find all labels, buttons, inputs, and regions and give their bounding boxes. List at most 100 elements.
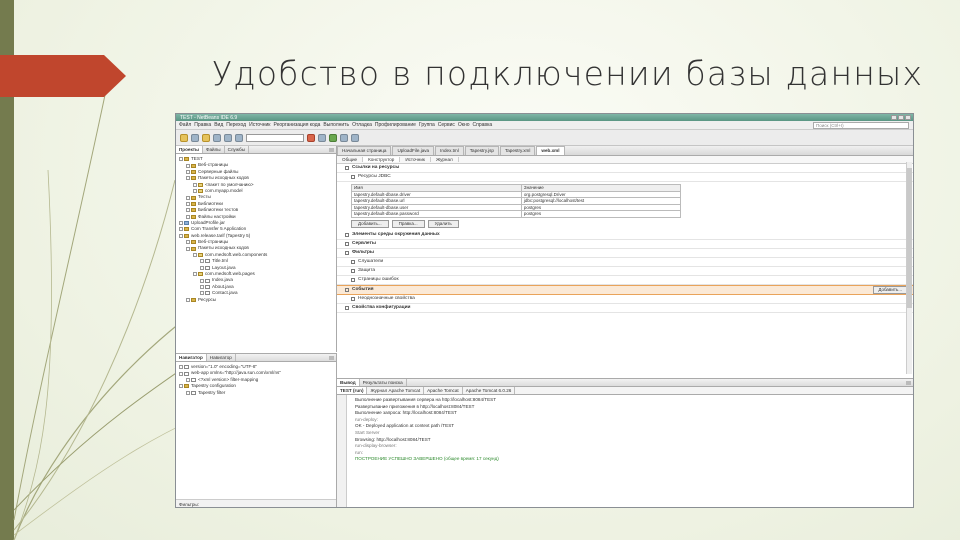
search-input[interactable]: Поиск (Ctrl+I) <box>813 121 909 129</box>
undo-icon[interactable] <box>224 133 232 142</box>
expand-icon[interactable] <box>351 277 355 282</box>
menu-item[interactable]: Профилирование <box>375 122 416 128</box>
open-project-icon[interactable] <box>202 133 210 142</box>
section-security[interactable]: Защита <box>337 267 913 276</box>
expander-icon[interactable] <box>186 208 190 213</box>
menu-item[interactable]: Выполнить <box>323 122 349 128</box>
menu-item[interactable]: Справка <box>473 122 493 128</box>
panel-close-icon[interactable] <box>329 147 334 152</box>
expand-icon[interactable] <box>345 232 349 237</box>
view-tab[interactable]: Источник <box>400 157 431 162</box>
expander-icon[interactable] <box>200 259 204 264</box>
expand-icon[interactable] <box>351 268 355 273</box>
output-subtab[interactable]: Apache Tomcat <box>424 387 463 394</box>
section-listeners[interactable]: Слушатели <box>337 258 913 267</box>
tab-output[interactable]: Вывод <box>337 379 360 386</box>
editor-scrollbar[interactable] <box>906 162 912 374</box>
expander-icon[interactable] <box>186 195 190 200</box>
run-icon[interactable] <box>329 133 337 142</box>
menu-item[interactable]: Окно <box>458 122 470 128</box>
expander-icon[interactable] <box>193 272 197 277</box>
clean-build-icon[interactable] <box>318 133 326 142</box>
expander-icon[interactable] <box>186 201 190 206</box>
collapse-icon[interactable] <box>345 287 349 292</box>
expander-icon[interactable] <box>186 240 190 245</box>
expander-icon[interactable] <box>186 246 190 251</box>
expander-icon[interactable] <box>200 291 204 296</box>
expander-icon[interactable] <box>179 365 183 370</box>
menu-item[interactable]: Группа <box>419 122 435 128</box>
section-error-pages[interactable]: Страницы ошибок <box>337 276 913 285</box>
editor-tab-active[interactable]: web.xml <box>536 146 565 155</box>
new-project-icon[interactable] <box>180 133 188 142</box>
tab-search-results[interactable]: Результаты поиска <box>360 379 407 386</box>
delete-button[interactable]: Удалить <box>427 219 459 228</box>
add-event-button[interactable]: Добавить... <box>873 285 907 294</box>
expander-icon[interactable] <box>179 233 183 238</box>
expander-icon[interactable] <box>179 384 183 389</box>
tab-navigator[interactable]: Навигатор <box>176 354 207 361</box>
expand-icon[interactable] <box>345 241 349 246</box>
expander-icon[interactable] <box>193 253 197 258</box>
scroll-thumb[interactable] <box>907 168 912 308</box>
profile-icon[interactable] <box>351 133 359 142</box>
section-refs[interactable]: Ссылки на ресурсы <box>337 164 913 173</box>
editor-tab[interactable]: Index.tml <box>435 146 464 155</box>
tab-services[interactable]: Службы <box>225 146 249 153</box>
expander-icon[interactable] <box>179 371 183 376</box>
edit-button[interactable]: Правка... <box>391 219 425 228</box>
new-file-icon[interactable] <box>191 133 199 142</box>
editor-tab[interactable]: Tapestry.jsp <box>464 146 499 155</box>
section-filters[interactable]: Фильтры <box>337 249 913 258</box>
section-config[interactable]: Свойства конфигурации <box>337 304 913 313</box>
expander-icon[interactable] <box>186 176 190 181</box>
expander-icon[interactable] <box>179 221 183 226</box>
expander-icon[interactable] <box>186 169 190 174</box>
expander-icon[interactable] <box>186 390 190 395</box>
menu-item[interactable]: Правка <box>194 122 211 128</box>
tab-files[interactable]: Файлы <box>203 146 225 153</box>
add-button[interactable]: Добавить... <box>351 219 389 228</box>
expand-icon[interactable] <box>345 250 349 255</box>
view-tab[interactable]: Журнал <box>431 157 459 162</box>
expander-icon[interactable] <box>186 214 190 219</box>
expander-icon[interactable] <box>193 182 197 187</box>
menu-item[interactable]: Реорганизация кода <box>273 122 320 128</box>
collapse-icon[interactable] <box>351 175 355 179</box>
expand-icon[interactable] <box>345 305 349 310</box>
menu-item[interactable]: Отладка <box>352 122 372 128</box>
collapse-icon[interactable] <box>345 166 349 170</box>
tab-navigator-2[interactable]: Навигатор <box>207 354 236 361</box>
expander-icon[interactable] <box>200 278 204 283</box>
section-events[interactable]: События Добавить... <box>337 284 913 295</box>
expander-icon[interactable] <box>186 297 190 302</box>
debug-icon[interactable] <box>340 133 348 142</box>
editor-tab[interactable]: Tapestry.xml <box>499 146 536 155</box>
redo-icon[interactable] <box>235 133 243 142</box>
configuration-select[interactable] <box>246 133 304 142</box>
section-jdbc[interactable]: Ресурсы JDBC <box>337 173 913 182</box>
expander-icon[interactable] <box>193 189 197 194</box>
expander-icon[interactable] <box>200 285 204 289</box>
expand-icon[interactable] <box>351 296 355 301</box>
panel-close-icon[interactable] <box>906 380 911 385</box>
maximize-icon[interactable] <box>898 115 904 120</box>
output-subtab[interactable]: Журнал Apache Tomcat <box>367 387 425 394</box>
output-subtab[interactable]: TEST (run) <box>337 387 368 394</box>
menu-item[interactable]: Переход <box>226 122 246 128</box>
section-misc[interactable]: Неоднозначные свойства <box>337 295 913 304</box>
close-icon[interactable] <box>905 115 911 120</box>
expander-icon[interactable] <box>186 377 190 382</box>
menu-item[interactable]: Вид <box>214 122 223 128</box>
section-env[interactable]: Элементы среды окружения данных <box>337 231 913 240</box>
tree-node[interactable]: Tapestry filter <box>179 390 336 396</box>
view-tab[interactable]: Общие <box>337 157 364 162</box>
panel-close-icon[interactable] <box>329 355 334 360</box>
expander-icon[interactable] <box>186 163 190 168</box>
view-tab[interactable]: Конструктор <box>363 157 401 162</box>
expander-icon[interactable] <box>179 227 183 232</box>
menu-item[interactable]: Файл <box>179 122 191 128</box>
editor-tab[interactable]: Начальная страница <box>337 146 392 155</box>
save-all-icon[interactable] <box>213 133 221 142</box>
expander-icon[interactable] <box>179 157 183 162</box>
